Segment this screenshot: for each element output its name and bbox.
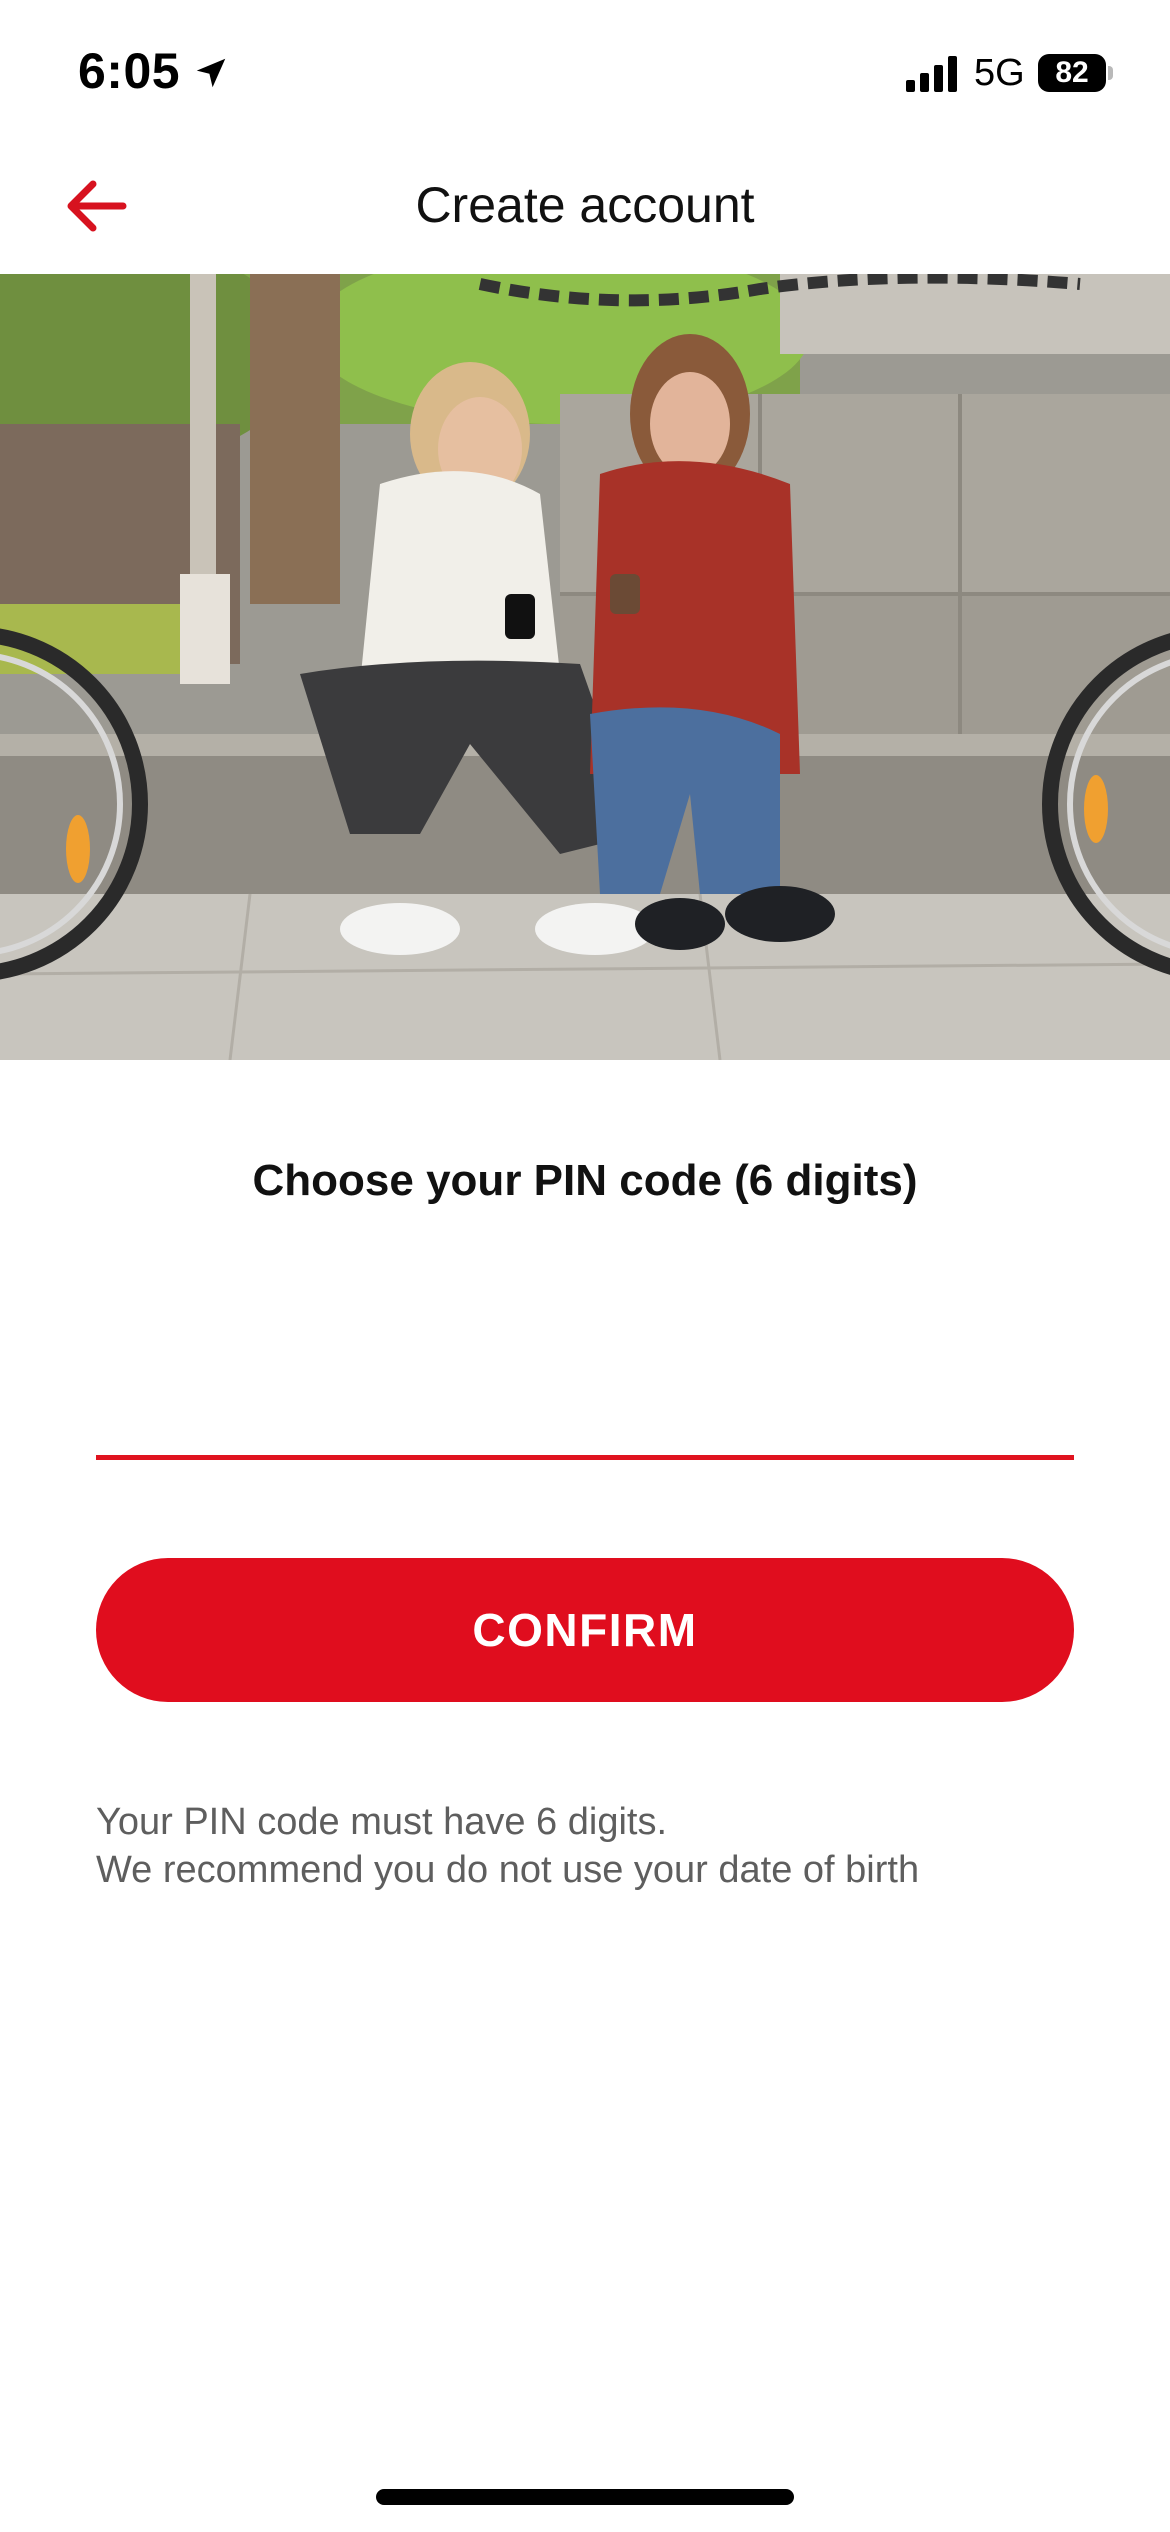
battery-level: 82 (1055, 56, 1089, 89)
pin-hint-text: Your PIN code must have 6 digits. We rec… (96, 1798, 1096, 1894)
pin-hint-line-2: We recommend you do not use your date of… (96, 1849, 920, 1891)
status-bar: 6:05 5G 82 (0, 0, 1170, 140)
home-indicator[interactable] (376, 2489, 794, 2505)
create-account-screen: 6:05 5G 82 Create account Choose your PI… (0, 0, 1170, 2532)
confirm-button[interactable]: CONFIRM (96, 1558, 1074, 1702)
network-type-label: 5G (974, 52, 1025, 94)
status-time: 6:05 (78, 43, 181, 99)
battery-icon: 82 (1038, 54, 1113, 92)
hero-photo (0, 274, 1170, 1060)
page-title: Create account (415, 177, 755, 233)
pin-heading: Choose your PIN code (6 digits) (252, 1156, 918, 1205)
battery-body: 82 (1038, 54, 1106, 92)
battery-cap (1108, 66, 1113, 80)
location-arrow-icon (196, 58, 226, 88)
hero-illustration (0, 274, 1170, 1060)
nav-header: Create account (0, 140, 1170, 274)
cellular-signal-icon (906, 56, 957, 92)
pin-hint-line-1: Your PIN code must have 6 digits. (96, 1801, 668, 1843)
pin-code-input[interactable] (96, 1330, 1074, 1460)
